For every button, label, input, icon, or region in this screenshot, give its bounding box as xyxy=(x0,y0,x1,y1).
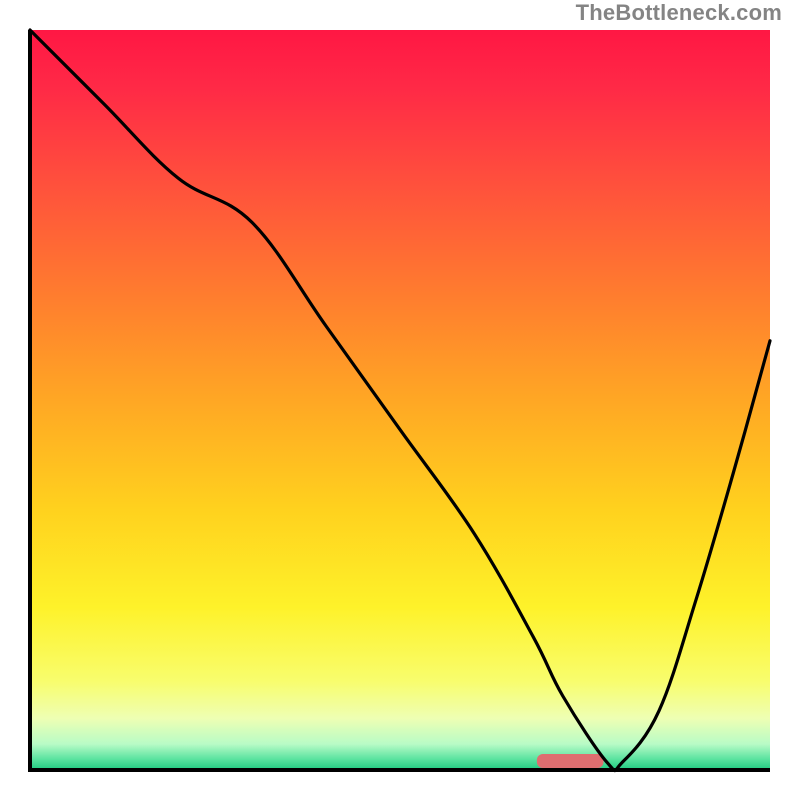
chart-svg xyxy=(0,0,800,800)
chart-canvas xyxy=(0,0,800,800)
optimal-marker xyxy=(537,754,604,768)
plot-area xyxy=(30,30,770,771)
watermark-text: TheBottleneck.com xyxy=(576,0,782,26)
